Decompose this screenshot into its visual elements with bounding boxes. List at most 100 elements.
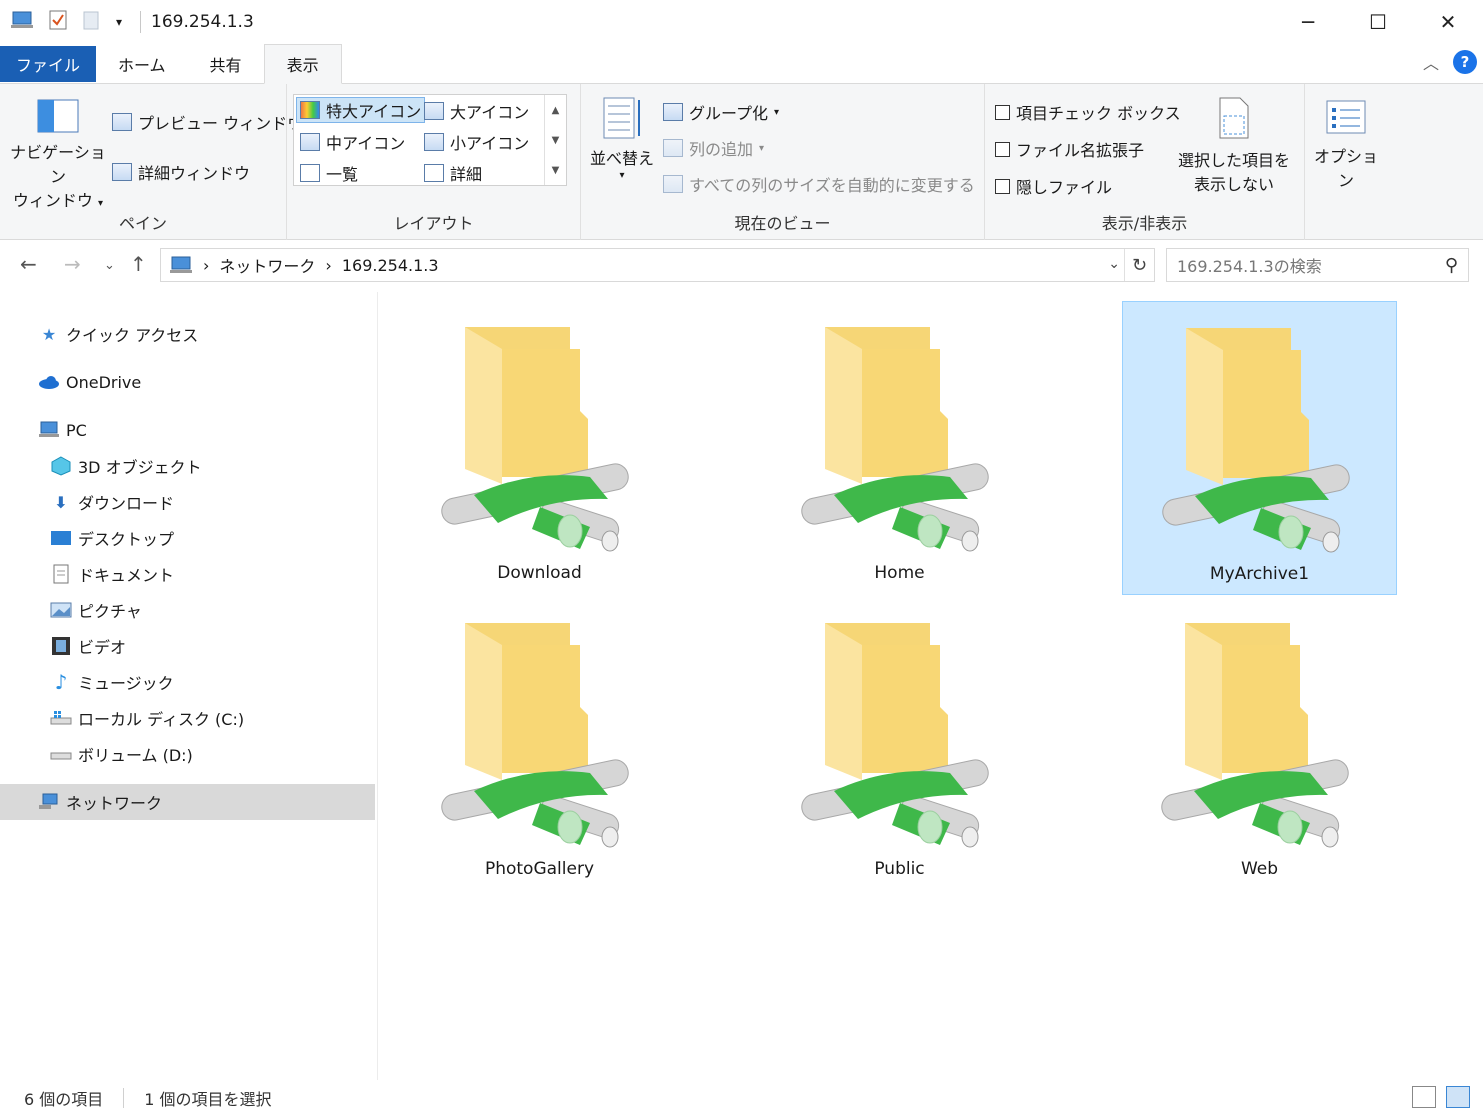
- item-checkbox-box[interactable]: [995, 104, 1010, 120]
- hidden-items-label: 隠しファイル: [1016, 178, 1113, 197]
- large-icons-label: 大アイコン: [450, 103, 530, 122]
- nav-onedrive[interactable]: OneDrive: [0, 364, 375, 400]
- tab-share[interactable]: 共有: [188, 44, 264, 83]
- nav-pc[interactable]: PC: [0, 412, 375, 448]
- network-location-icon: [170, 256, 192, 273]
- close-button[interactable]: ✕: [1413, 0, 1483, 44]
- address-bar[interactable]: › ネットワーク › 169.254.1.3 ⌄ ↻: [160, 248, 1155, 282]
- nav-3d-objects[interactable]: 3D オブジェクト: [0, 448, 375, 484]
- nav-videos[interactable]: ビデオ: [0, 628, 375, 664]
- layout-details[interactable]: 詳細: [424, 161, 482, 185]
- collapse-ribbon-icon[interactable]: ︿: [1423, 50, 1439, 74]
- breadcrumb-separator-icon[interactable]: ›: [203, 256, 209, 275]
- layout-list[interactable]: 一覧: [300, 161, 358, 185]
- folder-item[interactable]: Download: [402, 301, 677, 595]
- navigation-bar: ← → ⌄ ↑ › ネットワーク › 169.254.1.3 ⌄ ↻ 169.2…: [0, 240, 1483, 292]
- folder-item[interactable]: Web: [1122, 597, 1397, 891]
- up-arrow-icon[interactable]: ↑: [130, 252, 147, 276]
- back-arrow-icon[interactable]: ←: [20, 252, 37, 276]
- search-box[interactable]: 169.254.1.3の検索 ⚲: [1166, 248, 1469, 282]
- nav-network-label: ネットワーク: [66, 794, 163, 813]
- address-dropdown-icon[interactable]: ⌄: [1108, 256, 1120, 272]
- extensions-checkbox-box[interactable]: [995, 141, 1010, 157]
- ribbon-group-current-view: 並べ替え ▾ グループ化 ▾ 列の追加 ▾ すべての列のサイズを自動的に変更する…: [581, 84, 985, 240]
- folder-item[interactable]: Public: [762, 597, 1037, 891]
- music-note-icon: ♪: [54, 670, 68, 694]
- scroll-up-icon[interactable]: ▲: [552, 105, 560, 116]
- tab-file[interactable]: ファイル: [0, 46, 97, 82]
- layout-small-icons[interactable]: 小アイコン: [424, 130, 529, 154]
- group-by-button[interactable]: グループ化 ▾: [663, 100, 779, 124]
- hide-selected-button[interactable]: 選択した項目を 表示しない: [1171, 94, 1297, 197]
- options-icon: [1326, 100, 1366, 134]
- preview-pane-button[interactable]: プレビュー ウィンドウ: [112, 110, 303, 134]
- item-checkbox-toggle[interactable]: 項目チェック ボックス: [995, 100, 1181, 124]
- nav-local-disk-label: ローカル ディスク (C:): [78, 710, 245, 729]
- nav-onedrive-label: OneDrive: [66, 372, 142, 392]
- ribbon-right-controls: ︿ ?: [1423, 50, 1477, 74]
- scroll-down-icon[interactable]: ▼: [552, 135, 560, 146]
- layout-gallery-scroll: ▲ ▼ ▼: [544, 95, 566, 185]
- add-column-button[interactable]: 列の追加 ▾: [663, 136, 764, 160]
- folder-item[interactable]: Home: [762, 301, 1037, 595]
- computer-icon[interactable]: [10, 10, 34, 34]
- nav-music[interactable]: ♪ ミュージック: [0, 664, 375, 700]
- hidden-items-toggle[interactable]: 隠しファイル: [995, 174, 1112, 198]
- nav-volume-d[interactable]: ボリューム (D:): [0, 736, 375, 772]
- refresh-icon[interactable]: ↻: [1124, 249, 1154, 281]
- folder-item[interactable]: MyArchive1: [1122, 301, 1397, 595]
- nav-documents-label: ドキュメント: [78, 566, 175, 585]
- navigation-pane-icon: [37, 99, 79, 133]
- details-view-icon[interactable]: [1412, 1086, 1436, 1108]
- nav-music-label: ミュージック: [78, 674, 174, 693]
- drive-icon: [50, 744, 72, 764]
- large-icons-view-icon[interactable]: [1446, 1086, 1470, 1108]
- search-icon[interactable]: ⚲: [1445, 255, 1458, 276]
- autosize-columns-button[interactable]: すべての列のサイズを自動的に変更する: [663, 172, 975, 196]
- navigation-pane-button[interactable]: ナビゲーション ウィンドウ ▾: [8, 98, 108, 216]
- dropdown-arrow-icon: ▾: [619, 170, 625, 181]
- nav-documents[interactable]: ドキュメント: [0, 556, 375, 592]
- breadcrumb-separator-icon[interactable]: ›: [325, 256, 331, 275]
- window-title: 169.254.1.3: [151, 12, 254, 32]
- sort-button[interactable]: 並べ替え ▾: [585, 96, 659, 181]
- layout-medium-icons[interactable]: 中アイコン: [300, 130, 405, 154]
- film-icon: [50, 636, 72, 656]
- properties-icon[interactable]: [48, 9, 68, 35]
- breadcrumb-network[interactable]: ネットワーク: [219, 253, 315, 277]
- nav-local-disk[interactable]: ローカル ディスク (C:): [0, 700, 375, 736]
- gallery-expand-icon[interactable]: ▼: [552, 165, 560, 176]
- hidden-items-checkbox-box[interactable]: [995, 178, 1010, 194]
- recent-locations-icon[interactable]: ⌄: [104, 258, 115, 273]
- nav-quick-access[interactable]: ★ クイック アクセス: [0, 316, 375, 352]
- navigation-pane: ★ クイック アクセス OneDrive PC 3D オブジェクト ⬇ ダウンロ…: [0, 292, 378, 1080]
- layout-extra-large-icons[interactable]: 特大アイコン: [296, 97, 426, 123]
- folder-item[interactable]: PhotoGallery: [402, 597, 677, 891]
- ribbon-group-show-hide: 項目チェック ボックス ファイル名拡張子 隠しファイル 選択した項目を 表示しな…: [985, 84, 1305, 240]
- search-input[interactable]: 169.254.1.3の検索: [1177, 253, 1322, 277]
- nav-volume-d-label: ボリューム (D:): [78, 746, 193, 765]
- add-column-label: 列の追加: [689, 140, 754, 159]
- extensions-toggle[interactable]: ファイル名拡張子: [995, 137, 1144, 161]
- document-icon: [50, 564, 72, 584]
- nav-network[interactable]: ネットワーク: [0, 784, 375, 820]
- nav-pictures[interactable]: ピクチャ: [0, 592, 375, 628]
- preview-pane-label: プレビュー ウィンドウ: [138, 114, 304, 133]
- customize-qat-icon[interactable]: ▾: [116, 15, 122, 29]
- details-pane-button[interactable]: 詳細ウィンドウ: [112, 160, 250, 184]
- nav-downloads[interactable]: ⬇ ダウンロード: [0, 484, 375, 520]
- breadcrumb-host[interactable]: 169.254.1.3: [342, 256, 439, 275]
- nav-pc-label: PC: [66, 420, 87, 440]
- help-icon[interactable]: ?: [1453, 50, 1477, 74]
- nav-videos-label: ビデオ: [78, 638, 127, 657]
- minimize-button[interactable]: ─: [1273, 0, 1343, 44]
- tab-view[interactable]: 表示: [263, 44, 342, 84]
- new-folder-icon[interactable]: [82, 9, 102, 35]
- nav-desktop[interactable]: デスクトップ: [0, 520, 375, 556]
- maximize-button[interactable]: ☐: [1343, 0, 1413, 44]
- tab-home[interactable]: ホーム: [96, 44, 188, 83]
- options-button[interactable]: オプション: [1308, 98, 1384, 193]
- forward-arrow-icon[interactable]: →: [64, 252, 81, 276]
- layout-large-icons[interactable]: 大アイコン: [424, 99, 529, 123]
- list-icon: [300, 164, 320, 182]
